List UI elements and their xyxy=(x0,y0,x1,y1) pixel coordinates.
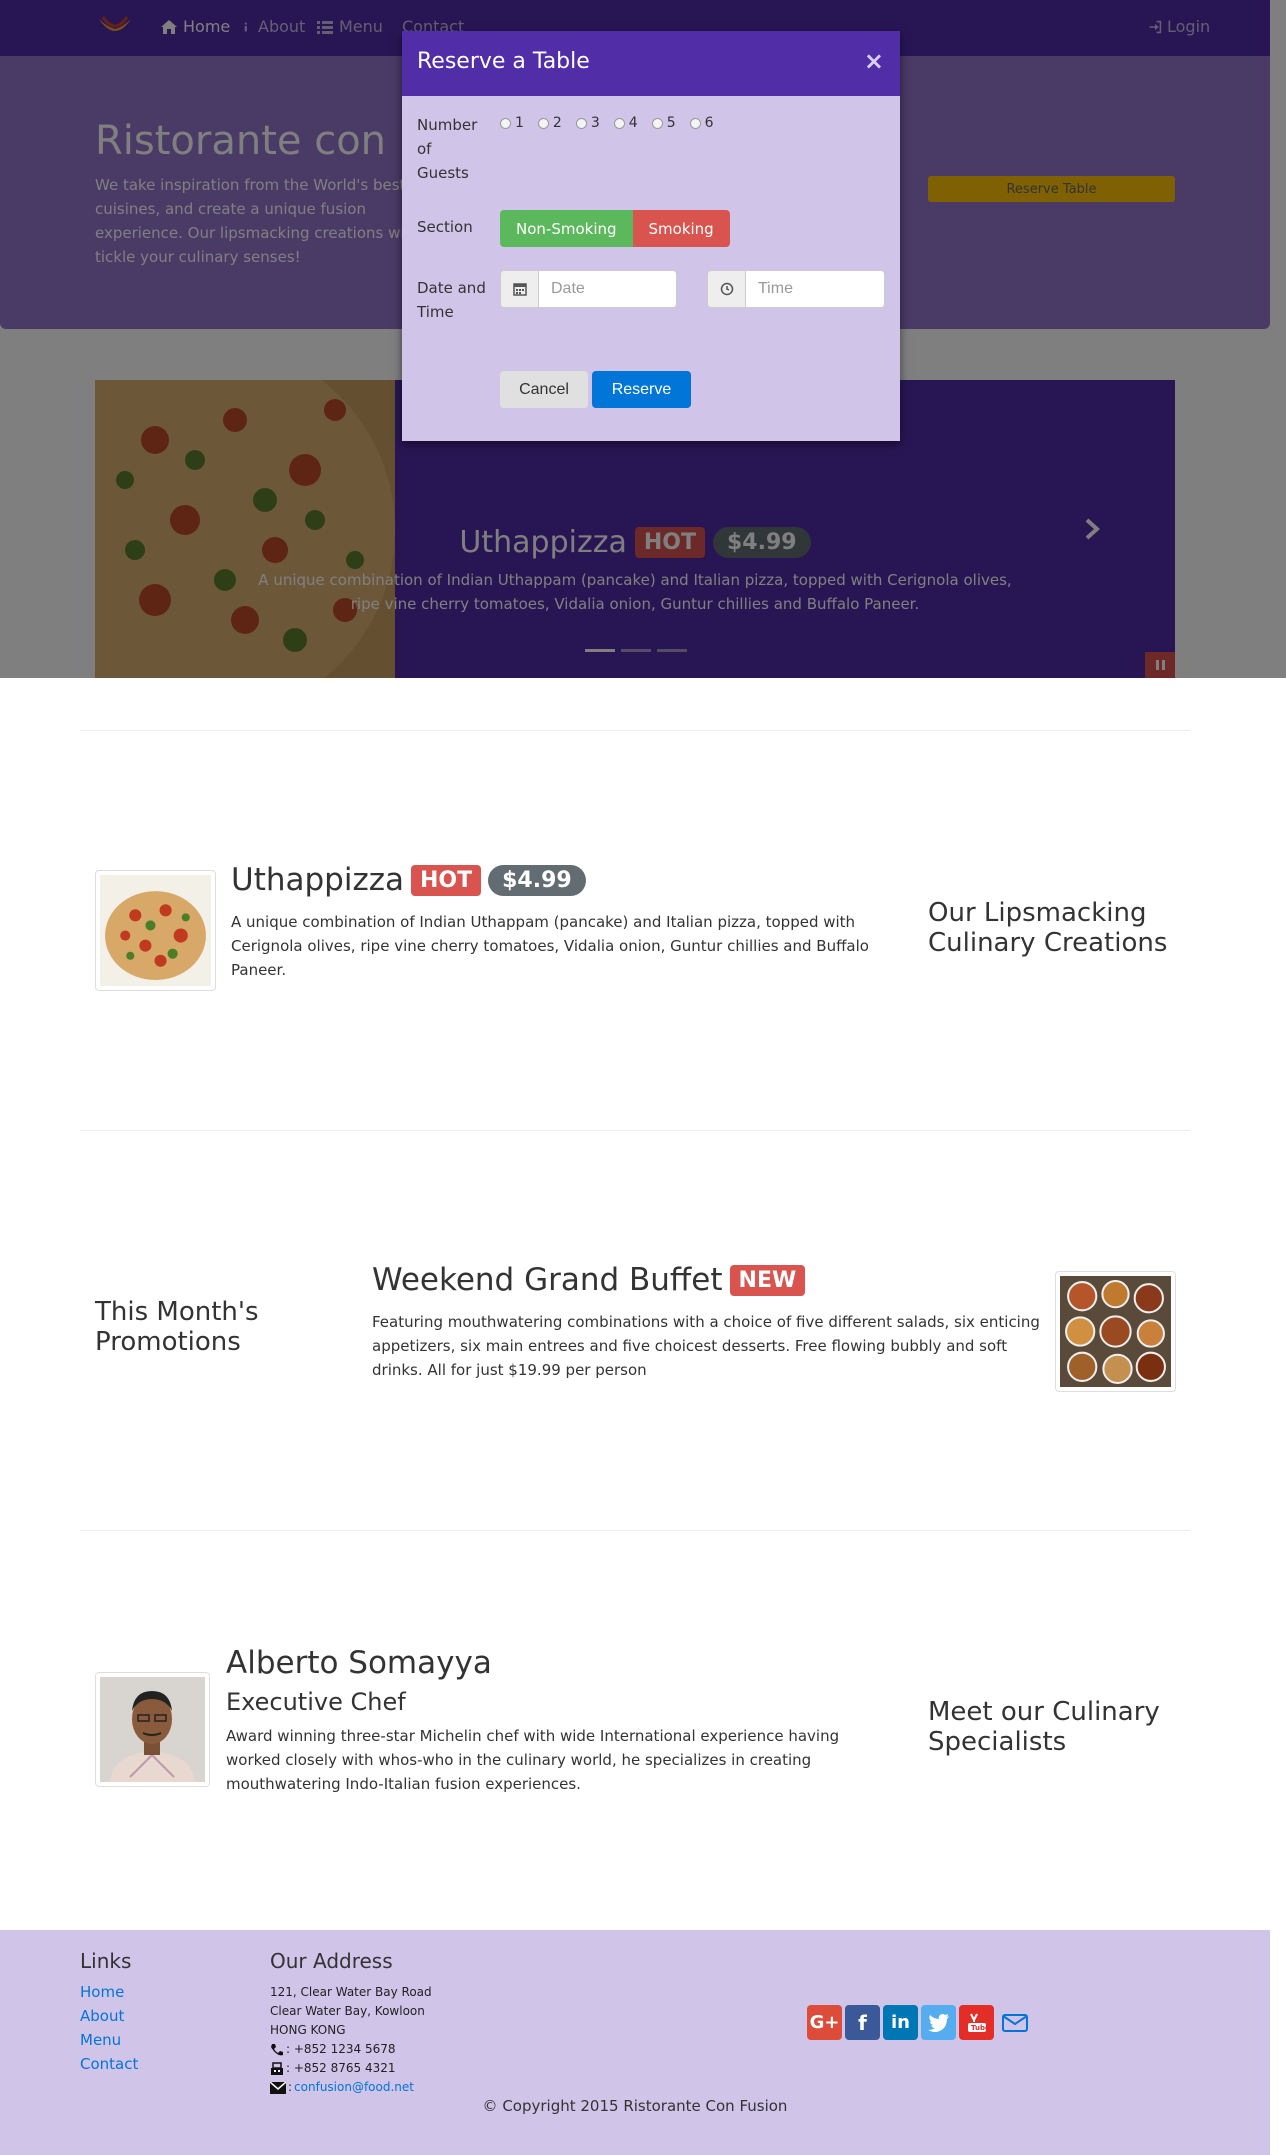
promotion-section-heading: This Month's Promotions xyxy=(95,1297,259,1357)
modal-header: Reserve a Table × xyxy=(402,31,900,96)
guests-label: Number of Guests xyxy=(417,116,478,182)
guest-radio[interactable]: 6 xyxy=(689,115,714,131)
date-input-group: Date xyxy=(500,270,677,308)
new-badge: NEW xyxy=(729,1264,806,1296)
datetime-label: Date and Time xyxy=(417,279,486,321)
guest-radio[interactable]: 1 xyxy=(500,115,524,131)
footer-links: Home About Menu Contact xyxy=(80,1980,138,2076)
divider xyxy=(80,1530,1190,1531)
footer-link-menu[interactable]: Menu xyxy=(80,2028,138,2052)
guest-radio[interactable]: 2 xyxy=(537,115,562,131)
leader-section-heading: Meet our Culinary Specialists xyxy=(928,1697,1160,1757)
address-block: 121, Clear Water Bay Road Clear Water Ba… xyxy=(270,1983,432,2097)
leader-name: Alberto Somayya xyxy=(226,1645,492,1681)
mail-icon[interactable] xyxy=(997,2005,1032,2040)
smoking-button[interactable]: Smoking xyxy=(632,210,730,247)
twitter-icon[interactable] xyxy=(921,2005,956,2040)
dish-title: Uthappizza xyxy=(231,862,404,898)
leader-designation: Executive Chef xyxy=(226,1688,406,1716)
phone-row: : +852 1234 5678 xyxy=(270,2040,432,2059)
address-line: Clear Water Bay, Kowloon xyxy=(270,2004,425,2018)
guest-radio[interactable]: 3 xyxy=(575,115,600,131)
buffet-thumb-image xyxy=(1060,1276,1171,1387)
dish-heading: Uthappizza HOT $4.99 xyxy=(231,862,586,898)
date-field[interactable]: Date xyxy=(539,270,677,308)
dish-section-heading: Our Lipsmacking Culinary Creations xyxy=(928,898,1168,958)
buffet-thumbnail xyxy=(1055,1271,1176,1392)
links-heading: Links xyxy=(80,1949,132,1973)
phone-icon xyxy=(271,2043,283,2055)
svg-text:Tube: Tube xyxy=(971,2024,988,2032)
footer-link-contact[interactable]: Contact xyxy=(80,2052,138,2076)
leader-thumbnail xyxy=(95,1672,210,1787)
modal-title: Reserve a Table xyxy=(417,49,590,74)
time-input-group: Time xyxy=(707,270,885,308)
fax-row: : +852 8765 4321 xyxy=(270,2059,432,2078)
uthappizza-thumb-image xyxy=(100,875,211,986)
price-badge: $4.99 xyxy=(488,864,586,896)
promotion-heading: Weekend Grand Buffet NEW xyxy=(372,1262,806,1298)
footer: Links Home About Menu Contact Our Addres… xyxy=(0,1930,1270,2155)
hot-badge: HOT xyxy=(411,864,482,896)
section-toggle: Non-Smoking Smoking xyxy=(500,210,730,247)
clock-icon xyxy=(707,270,746,308)
calendar-icon xyxy=(500,270,539,308)
email-link[interactable]: confusion@food.net xyxy=(294,2078,414,2097)
fax-icon xyxy=(271,2061,283,2075)
copyright: © Copyright 2015 Ristorante Con Fusion xyxy=(482,2097,788,2115)
section-label: Section xyxy=(417,218,473,236)
divider xyxy=(80,1130,1190,1131)
dish-description: A unique combination of Indian Uthappam … xyxy=(231,913,869,979)
cancel-button[interactable]: Cancel xyxy=(500,371,588,408)
linkedin-icon[interactable]: in xyxy=(883,2005,918,2040)
promotion-description: Featuring mouthwatering combinations wit… xyxy=(372,1313,1040,1379)
address-line: 121, Clear Water Bay Road xyxy=(270,1985,432,1999)
google-plus-icon[interactable]: G+ xyxy=(807,2005,842,2040)
divider xyxy=(80,730,1190,731)
envelope-icon xyxy=(270,2081,286,2094)
non-smoking-button[interactable]: Non-Smoking xyxy=(500,210,633,247)
reserve-table-modal: Reserve a Table × Number of Guests 1 2 3… xyxy=(402,31,900,441)
fax-number: : +852 8765 4321 xyxy=(286,2061,396,2075)
youtube-icon[interactable]: Tube xyxy=(959,2005,994,2040)
dish-thumbnail xyxy=(95,870,216,991)
guests-radio-group: 1 2 3 4 5 6 xyxy=(500,115,714,131)
footer-link-about[interactable]: About xyxy=(80,2004,138,2028)
email-prefix: : xyxy=(288,2080,293,2094)
address-line: HONG KONG xyxy=(270,2023,346,2037)
social-links: G+ f in Tube xyxy=(807,2005,1032,2040)
time-field[interactable]: Time xyxy=(746,270,885,308)
leader-description: Award winning three-star Michelin chef w… xyxy=(226,1727,840,1793)
phone-number: : +852 1234 5678 xyxy=(286,2042,396,2056)
address-heading: Our Address xyxy=(270,1949,393,1973)
promotion-title: Weekend Grand Buffet xyxy=(372,1262,723,1298)
email-row: : confusion@food.net xyxy=(270,2078,432,2097)
footer-link-home[interactable]: Home xyxy=(80,1980,138,2004)
reserve-button[interactable]: Reserve xyxy=(592,371,691,408)
close-icon[interactable]: × xyxy=(864,47,884,75)
chef-portrait-image xyxy=(100,1677,205,1782)
guest-radio[interactable]: 4 xyxy=(613,115,638,131)
facebook-icon[interactable]: f xyxy=(845,2005,880,2040)
guest-radio[interactable]: 5 xyxy=(651,115,676,131)
